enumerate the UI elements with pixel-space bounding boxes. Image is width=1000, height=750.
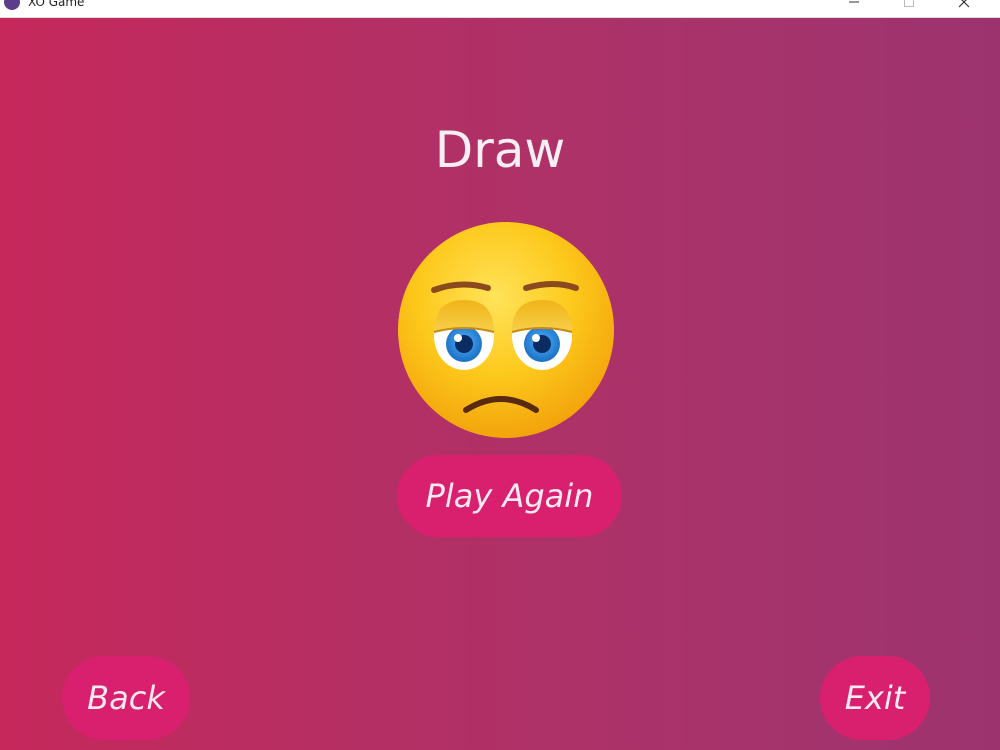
- game-result-screen: Draw Play Again Back Exit: [0, 18, 1000, 750]
- app-icon: [4, 0, 20, 10]
- exit-button[interactable]: Exit: [820, 656, 930, 740]
- play-again-button[interactable]: Play Again: [397, 455, 622, 537]
- close-button[interactable]: [944, 0, 984, 14]
- maximize-button[interactable]: [889, 0, 929, 14]
- app-window: XO Game Draw Play Again Back Exit: [0, 0, 1000, 750]
- window-title: XO Game: [28, 0, 85, 9]
- back-button[interactable]: Back: [62, 656, 190, 740]
- result-title: Draw: [434, 121, 566, 179]
- neutral-face-emoji-icon: [396, 220, 616, 440]
- minimize-button[interactable]: [834, 0, 874, 14]
- maximize-icon: [904, 0, 914, 7]
- close-icon: [958, 0, 970, 8]
- title-bar[interactable]: XO Game: [0, 0, 1000, 18]
- minimize-icon: [849, 1, 859, 3]
